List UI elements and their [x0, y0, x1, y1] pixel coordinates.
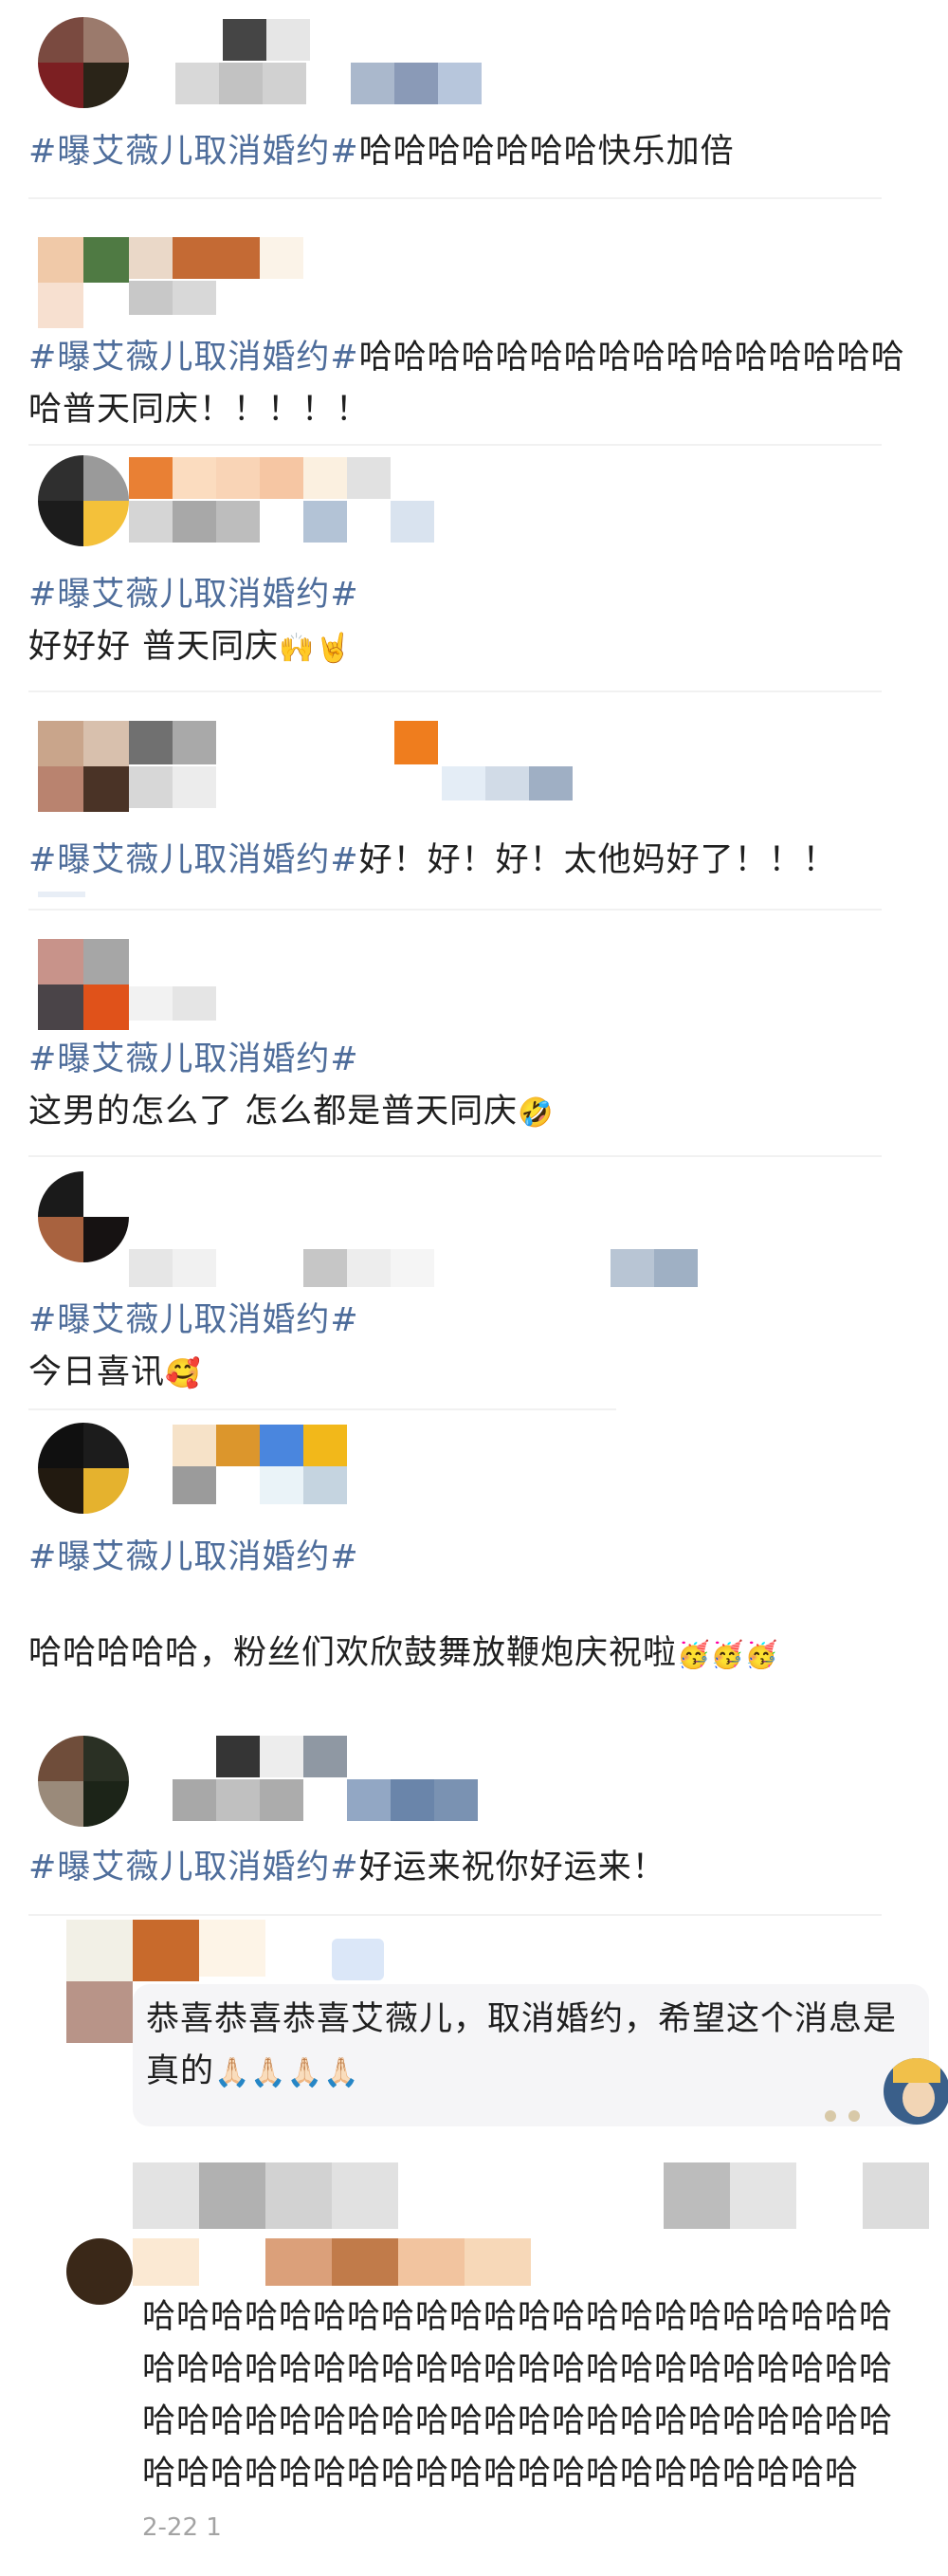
meta-blurred	[129, 1466, 356, 1504]
post-text: #曝艾薇儿取消婚约# 今日喜讯🥰	[28, 1295, 929, 1400]
post-text: #曝艾薇儿取消婚约#好！好！好！太他妈好了！！！	[28, 835, 929, 887]
hashtag-link[interactable]: #曝艾薇儿取消婚约#	[28, 339, 359, 377]
avatar[interactable]	[38, 237, 129, 328]
avatar[interactable]	[38, 17, 129, 108]
reply-text: 哈哈哈哈哈哈哈哈哈哈哈哈哈哈哈哈哈哈哈哈哈哈哈哈哈哈哈哈哈哈哈哈哈哈哈哈哈哈哈哈…	[142, 2298, 894, 2493]
meta-blurred	[129, 766, 622, 808]
post-3: #曝艾薇儿取消婚约# 好好好 普天同庆🙌🤘	[0, 455, 948, 692]
post-body: 好！好！好！太他妈好了！！！	[358, 841, 837, 879]
hashtag-link[interactable]: #曝艾薇儿取消婚约#	[28, 133, 359, 171]
avatar[interactable]	[38, 1171, 129, 1262]
post-body: 好好好 普天同庆	[28, 628, 280, 666]
avatar[interactable]	[38, 1423, 129, 1514]
post-text: #曝艾薇儿取消婚约#好运来祝你好运来！	[28, 1842, 929, 1894]
raised-hands-emoji-icon: 🙌🤘	[279, 632, 352, 665]
post-6: #曝艾薇儿取消婚约# 今日喜讯🥰	[0, 1162, 948, 1418]
hashtag-link[interactable]: #曝艾薇儿取消婚约#	[28, 841, 359, 879]
divider	[28, 444, 882, 446]
post-8: #曝艾薇儿取消婚约#好运来祝你好运来！	[0, 1726, 948, 1916]
avatar[interactable]	[66, 2238, 133, 2305]
meta-blurred	[129, 1249, 717, 1287]
blurred-row	[133, 2162, 929, 2229]
post-body: 哈哈哈哈哈，粉丝们欢欣鼓舞放鞭炮庆祝啦	[28, 1634, 678, 1672]
meta-blurred	[129, 501, 451, 543]
reply-bubble: 恭喜恭喜恭喜艾薇儿，取消婚约，希望这个消息是真的🙏🏻🙏🏻🙏🏻🙏🏻	[133, 1984, 929, 2126]
username-blurred[interactable]	[199, 1920, 265, 1977]
post-5: #曝艾薇儿取消婚约# 这男的怎么了 怎么都是普天同庆🤣	[0, 920, 948, 1157]
praying-hands-emoji-icon: 🙏🏻🙏🏻🙏🏻🙏🏻	[214, 2056, 360, 2089]
divider	[28, 909, 882, 911]
post-body: 哈哈哈哈哈哈哈快乐加倍	[358, 133, 735, 171]
post-4: #曝艾薇儿取消婚约#好！好！好！太他妈好了！！！	[0, 702, 948, 911]
post-1: #曝艾薇儿取消婚约#哈哈哈哈哈哈哈快乐加倍	[0, 0, 948, 199]
hashtag-link[interactable]: #曝艾薇儿取消婚约#	[28, 576, 359, 614]
level-badge	[332, 1939, 384, 1980]
meta-blurred	[175, 63, 488, 104]
hashtag-link[interactable]: #曝艾薇儿取消婚约#	[28, 1301, 359, 1339]
avatar[interactable]	[38, 939, 129, 1030]
post-body: 这男的怎么了 怎么都是普天同庆	[28, 1093, 519, 1131]
divider	[28, 690, 882, 692]
post-body: 好运来祝你好运来！	[358, 1849, 666, 1886]
post-text: 哈哈哈哈哈，粉丝们欢欣鼓舞放鞭炮庆祝啦🥳🥳🥳	[28, 1628, 929, 1681]
avatar[interactable]	[38, 1736, 129, 1827]
hashtag-link[interactable]: #曝艾薇儿取消婚约#	[28, 1538, 359, 1576]
meta-blurred	[129, 281, 224, 315]
party-emoji-icon: 🥳🥳🥳	[677, 1639, 779, 1670]
post-text: #曝艾薇儿取消婚约#哈哈哈哈哈哈哈快乐加倍	[28, 126, 929, 178]
reply-text: 恭喜恭喜恭喜艾薇儿，取消婚约，希望这个消息是真的🙏🏻🙏🏻🙏🏻🙏🏻	[146, 2000, 898, 2090]
divider	[28, 197, 882, 199]
reply-timestamp: 2-22 1	[142, 2513, 222, 2542]
reply-1: 恭喜恭喜恭喜艾薇儿，取消婚约，希望这个消息是真的🙏🏻🙏🏻🙏🏻🙏🏻	[0, 1916, 948, 2153]
username-blurred[interactable]	[175, 19, 310, 61]
meta-blurred	[129, 986, 224, 1021]
avatar[interactable]	[38, 455, 129, 546]
username-blurred[interactable]	[133, 2238, 531, 2286]
username-blurred[interactable]	[129, 237, 413, 279]
reply-2: 哈哈哈哈哈哈哈哈哈哈哈哈哈哈哈哈哈哈哈哈哈哈哈哈哈哈哈哈哈哈哈哈哈哈哈哈哈哈哈哈…	[0, 2153, 948, 2576]
divider	[28, 1408, 616, 1410]
post-body: 今日喜讯	[28, 1353, 166, 1391]
post-7: #曝艾薇儿取消婚约# 哈哈哈哈哈，粉丝们欢欣鼓舞放鞭炮庆祝啦🥳🥳🥳	[0, 1423, 948, 1698]
hashtag-link[interactable]: #曝艾薇儿取消婚约#	[28, 1849, 359, 1886]
post-text: #曝艾薇儿取消婚约#	[28, 1532, 929, 1584]
post-text: #曝艾薇儿取消婚约#哈哈哈哈哈哈哈哈哈哈哈哈哈哈哈哈哈普天同庆！！！！！	[28, 332, 920, 436]
username-blurred[interactable]	[129, 1736, 356, 1777]
divider	[28, 1155, 882, 1157]
username-blurred[interactable]	[129, 1425, 356, 1466]
laughing-emoji-icon: 🤣	[518, 1096, 555, 1130]
username-blurred[interactable]	[129, 721, 470, 764]
smiling-hearts-emoji-icon: 🥰	[165, 1357, 202, 1390]
meta-blurred	[129, 1779, 489, 1821]
username-blurred[interactable]	[129, 457, 413, 499]
post-text: #曝艾薇儿取消婚约# 这男的怎么了 怎么都是普天同庆🤣	[28, 1034, 929, 1139]
post-2: #曝艾薇儿取消婚约#哈哈哈哈哈哈哈哈哈哈哈哈哈哈哈哈哈普天同庆！！！！！	[0, 218, 948, 446]
hashtag-link[interactable]: #曝艾薇儿取消婚约#	[28, 1040, 359, 1078]
post-text: #曝艾薇儿取消婚约# 好好好 普天同庆🙌🤘	[28, 569, 929, 674]
girl-with-pearl-earring-sticker[interactable]	[884, 2058, 948, 2125]
avatar[interactable]	[38, 721, 129, 812]
